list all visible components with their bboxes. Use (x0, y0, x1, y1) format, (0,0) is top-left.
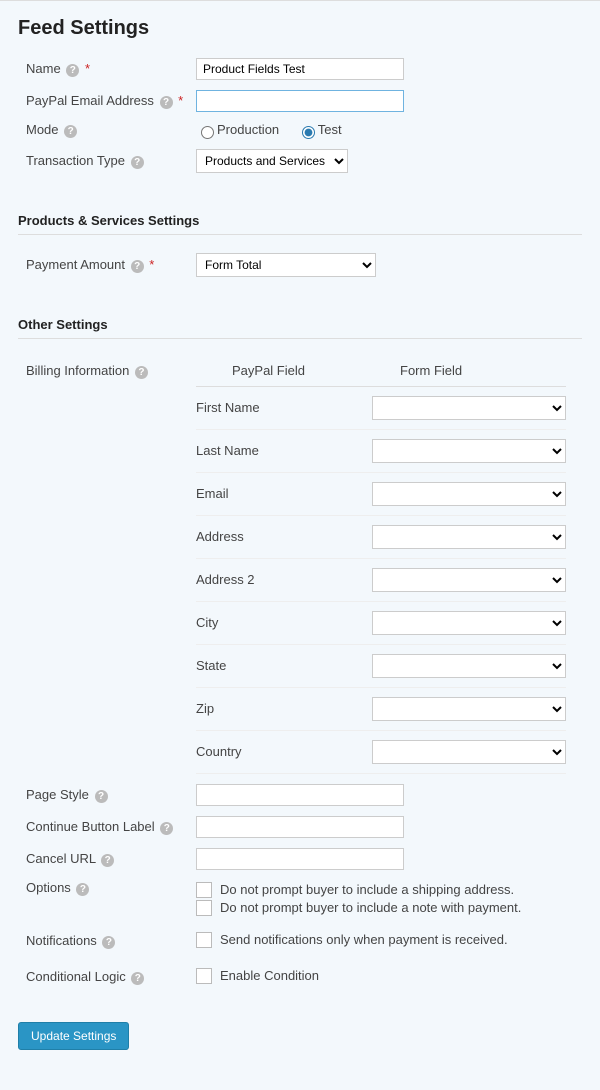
continue-button-label-input[interactable] (196, 816, 404, 838)
billing-row: Country (196, 731, 566, 774)
billing-field-select[interactable] (372, 740, 566, 764)
continue-button-label-label: Continue Button Label (26, 819, 155, 834)
payment-amount-label: Payment Amount (26, 257, 125, 272)
transaction-type-label: Transaction Type (26, 153, 125, 168)
mode-test-radio[interactable] (302, 126, 315, 139)
billing-col-paypal: PayPal Field (196, 363, 372, 378)
help-icon[interactable]: ? (131, 972, 144, 985)
paypal-email-label: PayPal Email Address (26, 93, 154, 108)
enable-condition-checkbox[interactable] (196, 968, 212, 984)
billing-field-select[interactable] (372, 697, 566, 721)
other-section-header: Other Settings (18, 317, 582, 339)
page-title: Feed Settings (18, 17, 582, 40)
billing-col-form: Form Field (372, 363, 566, 378)
help-icon[interactable]: ? (101, 854, 114, 867)
billing-row: Address (196, 516, 566, 559)
enable-condition-text: Enable Condition (220, 968, 319, 983)
required-mark: * (178, 93, 183, 108)
billing-field-label: Email (196, 486, 372, 501)
mode-production-radio[interactable] (201, 126, 214, 139)
billing-field-select[interactable] (372, 568, 566, 592)
update-settings-button[interactable]: Update Settings (18, 1022, 129, 1050)
billing-table: PayPal Field Form Field First Name Last N… (196, 357, 566, 774)
billing-row: City (196, 602, 566, 645)
help-icon[interactable]: ? (135, 366, 148, 379)
billing-field-label: City (196, 615, 372, 630)
billing-row: First Name (196, 387, 566, 430)
name-input[interactable] (196, 58, 404, 80)
no-note-text: Do not prompt buyer to include a note wi… (220, 900, 521, 915)
billing-field-label: Last Name (196, 443, 372, 458)
cancel-url-input[interactable] (196, 848, 404, 870)
billing-row: Last Name (196, 430, 566, 473)
no-note-checkbox[interactable] (196, 900, 212, 916)
billing-field-label: First Name (196, 400, 372, 415)
billing-row: Zip (196, 688, 566, 731)
required-mark: * (149, 257, 154, 272)
billing-field-label: State (196, 658, 372, 673)
conditional-logic-label: Conditional Logic (26, 969, 126, 984)
billing-row: State (196, 645, 566, 688)
notifications-checkbox[interactable] (196, 932, 212, 948)
no-shipping-checkbox[interactable] (196, 882, 212, 898)
help-icon[interactable]: ? (95, 790, 108, 803)
required-mark: * (85, 61, 90, 76)
billing-field-select[interactable] (372, 439, 566, 463)
help-icon[interactable]: ? (64, 125, 77, 138)
billing-field-select[interactable] (372, 396, 566, 420)
help-icon[interactable]: ? (131, 260, 144, 273)
products-section-header: Products & Services Settings (18, 213, 582, 235)
billing-field-select[interactable] (372, 482, 566, 506)
billing-field-label: Zip (196, 701, 372, 716)
name-label: Name (26, 61, 61, 76)
help-icon[interactable]: ? (160, 822, 173, 835)
billing-field-label: Country (196, 744, 372, 759)
notifications-label: Notifications (26, 933, 97, 948)
notifications-text: Send notifications only when payment is … (220, 932, 508, 947)
options-label: Options (26, 880, 71, 895)
billing-row: Address 2 (196, 559, 566, 602)
help-icon[interactable]: ? (102, 936, 115, 949)
help-icon[interactable]: ? (76, 883, 89, 896)
billing-label: Billing Information (26, 363, 129, 378)
billing-field-label: Address (196, 529, 372, 544)
mode-label: Mode (26, 122, 59, 137)
help-icon[interactable]: ? (66, 64, 79, 77)
help-icon[interactable]: ? (160, 96, 173, 109)
billing-field-label: Address 2 (196, 572, 372, 587)
billing-field-select[interactable] (372, 525, 566, 549)
transaction-type-select[interactable]: Products and Services (196, 149, 348, 173)
page-style-label: Page Style (26, 787, 89, 802)
paypal-email-input[interactable] (196, 90, 404, 112)
page-style-input[interactable] (196, 784, 404, 806)
help-icon[interactable]: ? (131, 156, 144, 169)
billing-row: Email (196, 473, 566, 516)
payment-amount-select[interactable]: Form Total (196, 253, 376, 277)
no-shipping-text: Do not prompt buyer to include a shippin… (220, 882, 514, 897)
cancel-url-label: Cancel URL (26, 851, 96, 866)
billing-field-select[interactable] (372, 611, 566, 635)
billing-field-select[interactable] (372, 654, 566, 678)
